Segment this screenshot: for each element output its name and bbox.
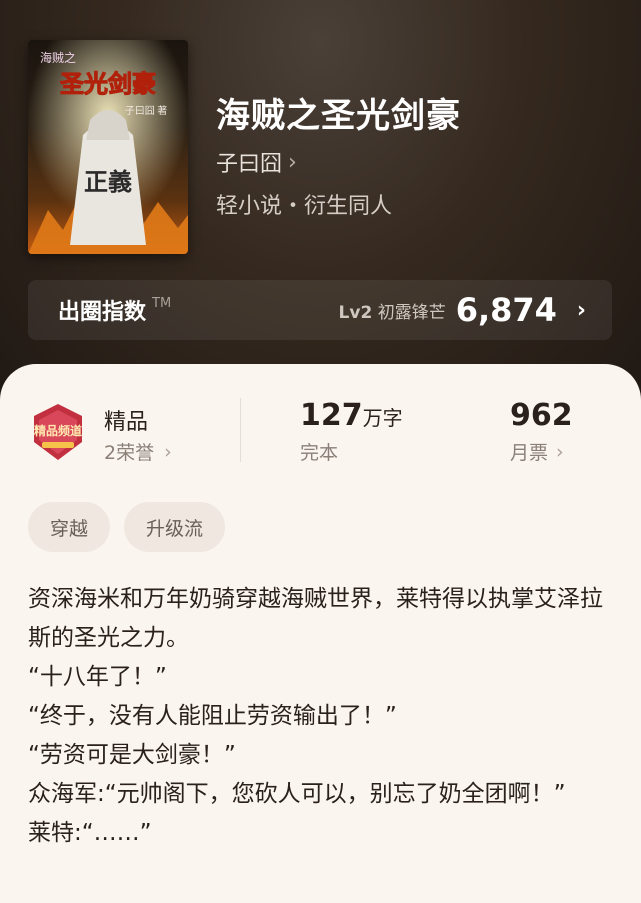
cover-back-text: 正義 [84,168,132,196]
tag-chip[interactable]: 穿越 [28,502,111,552]
book-genre: 轻小说・衍生同人 [216,194,393,219]
circle-level-code: Lv2 [338,302,373,323]
description-line: 资深海米和万年奶骑穿越海贼世界，莱特得以执掌艾泽拉斯的圣光之力。 [28,586,603,651]
word-count-value: 127 [300,398,363,433]
word-count: 127万字 [300,398,403,433]
description-line: “终于，没有人能阻止劳资输出了！” [28,703,397,729]
circle-index-value: Lv2 初露锋芒 6,874 › [339,291,586,329]
tag-chip[interactable]: 升级流 [124,502,226,552]
stats-divider [240,398,241,462]
description-line: “十八年了！” [28,664,167,690]
cover-title-text: 圣光剑豪 [60,70,156,98]
honors-count: 2荣誉 [104,442,155,464]
tag-list: 穿越 升级流 [28,502,226,552]
honors-link[interactable]: 2荣誉 › [104,438,172,465]
circle-index-label: 出圈指数 [58,300,147,325]
book-detail-sheet: 精品频道 精品 2荣誉 › 127万字 完本 962 月票 › 穿越 升级流 资… [0,364,641,903]
author-name: 子曰囧 [216,152,283,177]
cover-author-text: 子曰囧 著 [125,104,168,117]
circle-index-card[interactable]: 出圈指数 TM Lv2 初露锋芒 6,874 › [28,280,612,340]
completion-status: 完本 [300,442,339,464]
chevron-right-icon: › [576,297,586,323]
quality-badge-icon: 精品频道 [28,402,88,462]
trademark-mark: TM [152,296,172,311]
chevron-right-icon: › [288,149,297,175]
cover-art: 正義 海贼之 圣光剑豪 子曰囧 著 [28,40,188,254]
circle-level-name: 初露锋芒 [377,302,446,323]
book-title: 海贼之圣光剑豪 [216,96,461,136]
author-link[interactable]: 子曰囧 › [216,146,297,178]
book-header: 正義 海贼之 圣光剑豪 子曰囧 著 海贼之圣光剑豪 子曰囧 › 轻小说・衍生同人… [0,0,641,420]
circle-level: Lv2 初露锋芒 [339,298,446,323]
chevron-right-icon: › [164,440,172,463]
monthly-tickets-value: 962 [510,398,573,433]
monthly-tickets-label: 月票 [510,442,549,464]
cover-top-text: 海贼之 [40,50,76,65]
chevron-right-icon: › [556,440,564,463]
book-cover[interactable]: 正義 海贼之 圣光剑豪 子曰囧 著 [28,40,188,254]
book-description: 资深海米和万年奶骑穿越海贼世界，莱特得以执掌艾泽拉斯的圣光之力。 “十八年了！”… [28,580,618,853]
monthly-tickets-link[interactable]: 月票 › [510,438,564,465]
circle-score: 6,874 [455,291,557,329]
stats-row: 精品频道 精品 2荣誉 › 127万字 完本 962 月票 › [0,394,641,474]
description-line: 莱特:“……” [28,820,152,846]
badge-text: 精品频道 [34,423,82,438]
description-line: 众海军:“元帅阁下，您砍人可以，别忘了奶全团啊！” [28,781,566,807]
description-line: “劳资可是大剑豪！” [28,742,236,768]
word-count-unit: 万字 [362,406,403,430]
quality-title: 精品 [104,410,149,435]
